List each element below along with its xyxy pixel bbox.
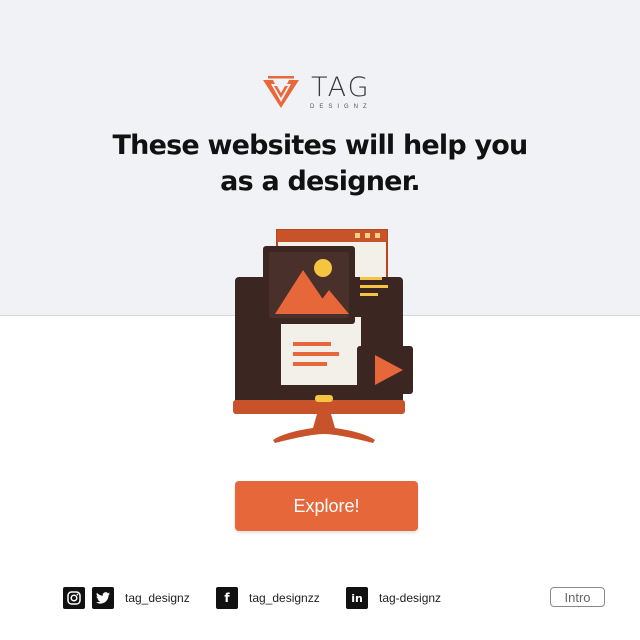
headline: These websites will help you as a design… — [0, 128, 640, 200]
social-linkedin: in tag-designz — [346, 587, 441, 609]
linkedin-handle[interactable]: tag-designz — [379, 591, 441, 605]
instagram-twitter-handle[interactable]: tag_designz — [125, 591, 190, 605]
linkedin-icon[interactable]: in — [346, 587, 368, 609]
image-card — [263, 246, 355, 324]
video-card — [357, 346, 413, 394]
facebook-handle[interactable]: tag_designzz — [249, 591, 320, 605]
twitter-icon[interactable] — [92, 587, 114, 609]
brand-tagline: DESIGNZ — [310, 103, 372, 110]
headline-line-1: These websites will help you — [112, 130, 529, 161]
tag-logo-icon — [263, 76, 299, 108]
monitor-illustration — [233, 229, 413, 443]
social-facebook: f tag_designzz — [216, 587, 320, 609]
logo-wordmark: TAG DESIGNZ — [310, 71, 372, 111]
instagram-icon[interactable] — [63, 587, 85, 609]
brand-name: TAG — [311, 71, 371, 103]
facebook-icon[interactable]: f — [216, 587, 238, 609]
social-instagram-twitter: tag_designz — [63, 587, 190, 609]
explore-button[interactable]: Explore! — [235, 481, 418, 531]
headline-line-2: as a designer. — [220, 166, 420, 197]
brand-logo: TAG DESIGNZ — [262, 72, 372, 112]
page-tag: Intro — [550, 587, 605, 607]
text-panel — [281, 317, 361, 385]
